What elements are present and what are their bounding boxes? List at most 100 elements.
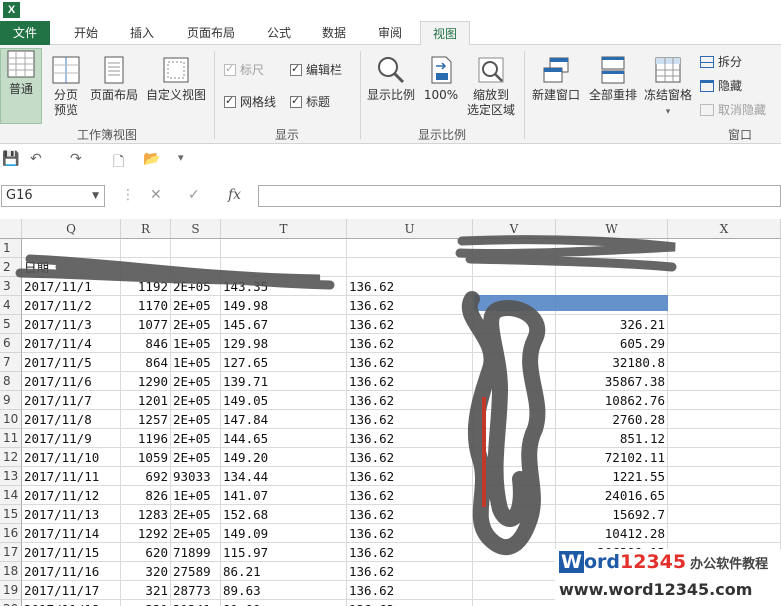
cell-r[interactable]: 826 — [121, 486, 171, 505]
cell-x[interactable] — [668, 467, 781, 486]
column-header-w[interactable]: W — [556, 219, 668, 239]
row-header[interactable]: 9 — [0, 391, 22, 410]
cell-t[interactable]: 141.07 — [221, 486, 347, 505]
cell-x[interactable] — [668, 258, 781, 277]
cell-x[interactable] — [668, 353, 781, 372]
cell-w[interactable]: 24016.65 — [556, 486, 668, 505]
column-header-q[interactable]: Q — [22, 219, 121, 239]
cell-t[interactable]: 149.09 — [221, 524, 347, 543]
cell-t[interactable]: 144.65 — [221, 429, 347, 448]
cell-r[interactable] — [121, 239, 171, 258]
cell-x[interactable] — [668, 277, 781, 296]
cell-r[interactable]: 1257 — [121, 410, 171, 429]
cell-u[interactable]: 136.62 — [347, 353, 473, 372]
cell-r[interactable]: 1170 — [121, 296, 171, 315]
cell-w[interactable] — [556, 239, 668, 258]
tab-review[interactable]: 审阅 — [366, 21, 414, 45]
row-header[interactable]: 6 — [0, 334, 22, 353]
cell-u[interactable]: 136.62 — [347, 277, 473, 296]
cell-r[interactable] — [121, 258, 171, 277]
page-break-preview-button[interactable]: 分页 预览 — [46, 55, 86, 118]
cell-v[interactable] — [473, 467, 556, 486]
cell-v[interactable] — [473, 258, 556, 277]
cell-v[interactable] — [473, 277, 556, 296]
cell-x[interactable] — [668, 334, 781, 353]
cell-t[interactable]: 91.09 — [221, 600, 347, 606]
cell-u[interactable]: 136.62 — [347, 505, 473, 524]
cell-s[interactable]: 71899 — [171, 543, 221, 562]
cell-q[interactable]: 2017/11/16 — [22, 562, 121, 581]
cell-v[interactable] — [473, 543, 556, 562]
cell-t[interactable]: 143.35 — [221, 277, 347, 296]
cell-q[interactable]: 2017/11/12 — [22, 486, 121, 505]
cell-v[interactable] — [473, 581, 556, 600]
cell-s[interactable]: 2E+05 — [171, 277, 221, 296]
split-button[interactable]: 拆分 — [700, 55, 742, 69]
cell-v[interactable] — [473, 410, 556, 429]
cell-r[interactable]: 1201 — [121, 391, 171, 410]
cell-t[interactable] — [221, 258, 347, 277]
cell-s[interactable]: 21241 — [171, 600, 221, 606]
undo-icon[interactable]: ↶ — [30, 151, 42, 167]
cell-q[interactable]: 2017/11/3 — [22, 315, 121, 334]
row-header[interactable]: 2 — [0, 258, 22, 277]
row-header[interactable]: 3 — [0, 277, 22, 296]
column-header-u[interactable]: U — [347, 219, 473, 239]
cell-q[interactable]: 2017/11/13 — [22, 505, 121, 524]
tab-insert[interactable]: 插入 — [118, 21, 166, 45]
freeze-panes-button[interactable]: 冻结窗格 ▾ — [640, 55, 696, 120]
cell-s[interactable]: 2E+05 — [171, 505, 221, 524]
row-header[interactable]: 20 — [0, 600, 22, 606]
cell-t[interactable] — [221, 239, 347, 258]
cell-s[interactable]: 2E+05 — [171, 429, 221, 448]
cell-s[interactable]: 2E+05 — [171, 448, 221, 467]
formula-input[interactable] — [258, 185, 781, 207]
cell-u[interactable]: 136.62 — [347, 315, 473, 334]
cell-x[interactable] — [668, 315, 781, 334]
cell-r[interactable]: 1292 — [121, 524, 171, 543]
normal-view-button[interactable]: 普通 — [0, 48, 42, 124]
formula-bar-checkbox[interactable]: 编辑栏 — [290, 62, 342, 77]
cell-r[interactable]: 1192 — [121, 277, 171, 296]
cell-w[interactable]: 605.29 — [556, 334, 668, 353]
cell-w[interactable]: 10412.28 — [556, 524, 668, 543]
cell-u[interactable]: 136.62 — [347, 600, 473, 606]
cell-s[interactable]: 2E+05 — [171, 296, 221, 315]
cell-r[interactable]: 1290 — [121, 372, 171, 391]
cell-v[interactable] — [473, 353, 556, 372]
cell-q[interactable]: 2017/11/14 — [22, 524, 121, 543]
custom-views-button[interactable]: 自定义视图 — [143, 55, 209, 103]
cell-t[interactable]: 86.21 — [221, 562, 347, 581]
cell-q[interactable]: 2017/11/10 — [22, 448, 121, 467]
cell-s[interactable]: 2E+05 — [171, 524, 221, 543]
cell-w[interactable]: 32180.8 — [556, 353, 668, 372]
tab-home[interactable]: 开始 — [62, 21, 110, 45]
cell-q[interactable]: 2017/11/1 — [22, 277, 121, 296]
column-header-r[interactable]: R — [121, 219, 171, 239]
cell-u[interactable]: 136.62 — [347, 543, 473, 562]
cell-t[interactable]: 134.44 — [221, 467, 347, 486]
cell-v[interactable] — [473, 372, 556, 391]
cell-q[interactable]: 2017/11/4 — [22, 334, 121, 353]
headings-checkbox[interactable]: 标题 — [290, 94, 330, 109]
page-layout-view-button[interactable]: 页面布局 — [86, 55, 142, 103]
cell-q[interactable] — [22, 239, 121, 258]
cell-s[interactable]: 1E+05 — [171, 486, 221, 505]
cell-v[interactable] — [473, 315, 556, 334]
cell-u[interactable]: 136.62 — [347, 296, 473, 315]
enter-icon[interactable]: ✓ — [188, 187, 200, 203]
tab-view[interactable]: 视图 — [420, 21, 470, 46]
column-header-x[interactable]: X — [668, 219, 781, 239]
row-header[interactable]: 17 — [0, 543, 22, 562]
cell-t[interactable]: 149.05 — [221, 391, 347, 410]
cell-v[interactable] — [473, 505, 556, 524]
cell-s[interactable]: 1E+05 — [171, 353, 221, 372]
cell-q[interactable]: 2017/11/6 — [22, 372, 121, 391]
cell-x[interactable] — [668, 486, 781, 505]
cell-s[interactable]: 2E+05 — [171, 391, 221, 410]
gridlines-checkbox[interactable]: 网格线 — [224, 94, 276, 109]
cell-x[interactable] — [668, 239, 781, 258]
cell-w[interactable] — [556, 277, 668, 296]
cell-s[interactable] — [171, 239, 221, 258]
cell-v[interactable] — [473, 296, 556, 315]
